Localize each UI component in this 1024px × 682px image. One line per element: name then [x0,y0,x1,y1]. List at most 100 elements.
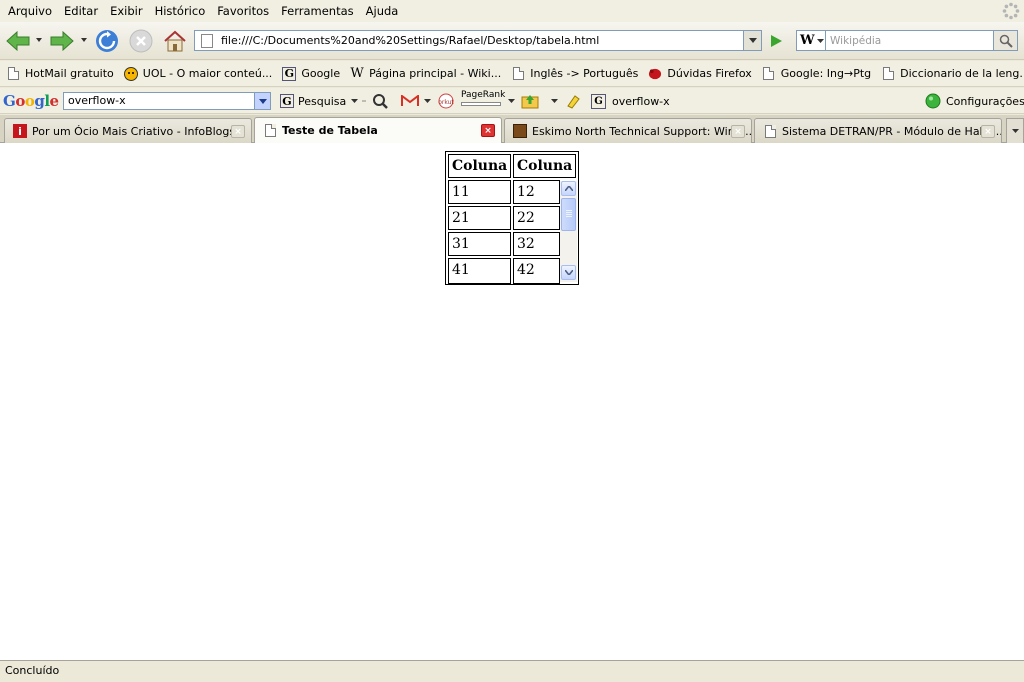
forward-arrow-icon [50,30,74,52]
highlighter-icon [567,95,580,109]
page-icon [263,124,277,138]
google-search-button[interactable]: G Pesquisa [280,92,359,110]
go-arrow-icon [771,34,782,47]
chevron-down-icon [564,270,573,275]
menu-exibir[interactable]: Exibir [104,0,149,22]
scrollable-table: Coluna 1 Coluna 2 11 12 21 22 31 32 41 4… [445,151,579,285]
menu-arquivo[interactable]: Arquivo [2,0,58,22]
chevron-down-icon [816,38,824,43]
bookmark-google[interactable]: G Google [282,66,340,81]
tab-teste-de-tabela[interactable]: Teste de Tabela × [254,117,502,143]
tab-infoblogs[interactable]: i Por um Ócio Mais Criativo - InfoBlogs … [4,118,252,143]
google-search-term-icon: G [591,93,606,109]
eskimo-icon [513,124,527,138]
google-search-dropdown[interactable] [254,93,270,109]
menu-editar[interactable]: Editar [58,0,104,22]
bookmark-uol[interactable]: UOL - O maior conteú... [123,66,272,81]
stop-button[interactable] [128,27,154,55]
gmail-button[interactable] [401,92,431,110]
all-tabs-button[interactable] [1006,118,1024,143]
close-tab-button[interactable]: × [731,125,745,138]
google-logo: Google [3,91,59,110]
green-status-icon [925,93,941,109]
home-button[interactable] [162,27,188,55]
scroll-down-button[interactable] [561,265,576,280]
search-term-button[interactable]: G overflow-x [591,92,670,110]
tab-eskimo-north[interactable]: Eskimo North Technical Support: Wind... … [504,118,752,143]
back-history-dropdown[interactable] [36,38,42,42]
table-vertical-scrollbar[interactable] [560,181,577,282]
url-history-dropdown[interactable] [744,30,762,51]
settings-button[interactable]: Configurações [925,92,1024,110]
table-cell: 11 [448,180,511,204]
firefox-icon [648,67,662,81]
highlight-button[interactable] [565,92,581,110]
bookmark-ingles-portugues[interactable]: Inglês -> Português [511,67,638,81]
table-header-coluna-2: Coluna 2 [513,154,576,178]
table-cell: 31 [448,232,511,256]
close-tab-button[interactable]: × [981,125,995,138]
table-cell: 22 [513,206,560,230]
table-cell: 12 [513,180,560,204]
menu-ajuda[interactable]: Ajuda [360,0,405,22]
search-engine-selector[interactable]: W [796,30,826,51]
pagerank-dropdown[interactable] [508,92,515,110]
bookmark-folder-button[interactable] [521,92,558,110]
wikipedia-w-icon: W [800,33,815,48]
forward-button[interactable] [48,27,76,55]
page-icon [511,67,525,81]
url-text: file:///C:/Documents%20and%20Settings/Ra… [221,34,600,47]
chevron-up-icon [564,186,573,191]
page-icon [762,67,776,81]
url-bar[interactable]: file:///C:/Documents%20and%20Settings/Ra… [194,30,744,51]
tab-strip: i Por um Ócio Mais Criativo - InfoBlogs … [0,115,1024,143]
page-content: Coluna 1 Coluna 2 11 12 21 22 31 32 41 4… [0,143,1024,660]
svg-text:orkut: orkut [438,99,454,106]
infoblogs-icon: i [13,124,27,138]
google-toolbar: Google overflow-x G Pesquisa orkut PageR… [0,88,1024,114]
orkut-button[interactable]: orkut [438,92,454,110]
search-button[interactable] [994,30,1018,51]
chevron-down-icon [551,99,558,103]
table-cell: 41 [448,258,511,284]
find-in-page-button[interactable] [361,92,389,110]
close-tab-button[interactable]: × [231,125,245,138]
reload-button[interactable] [94,27,120,55]
menu-favoritos[interactable]: Favoritos [211,0,275,22]
pagerank-bar [461,102,501,106]
back-button[interactable] [4,27,32,55]
wikipedia-w-icon: W [350,66,364,81]
bookmark-diccionario[interactable]: Diccionario de la leng... [881,67,1024,81]
binoculars-icon [362,94,388,109]
bookmark-hotmail[interactable]: HotMail gratuito [6,67,114,81]
chevron-down-icon [258,98,267,104]
close-tab-button[interactable]: × [481,124,495,137]
table-cell: 32 [513,232,560,256]
menu-historico[interactable]: Histórico [149,0,212,22]
bookmark-wikipedia[interactable]: W Página principal - Wiki... [350,66,501,81]
chevron-down-icon [424,99,431,103]
google-g-icon: G [280,94,294,108]
folder-up-icon [521,95,539,109]
go-button[interactable] [764,30,788,51]
page-icon [6,67,20,81]
uol-icon [123,66,138,81]
bookmark-google-ing-ptg[interactable]: Google: Ing→Ptg [762,67,871,81]
google-search-input[interactable]: overflow-x [63,92,271,110]
home-icon [164,30,186,52]
tab-detran[interactable]: Sistema DETRAN/PR - Módulo de Habili... … [754,118,1002,143]
back-arrow-icon [6,30,30,52]
bookmark-duvidas-firefox[interactable]: Dúvidas Firefox [648,67,752,81]
scroll-thumb[interactable] [561,198,576,231]
orkut-icon: orkut [438,93,454,109]
table-header-coluna-1: Coluna 1 [448,154,511,178]
status-bar: Concluído [0,660,1024,682]
menu-ferramentas[interactable]: Ferramentas [275,0,359,22]
google-g-icon: G [282,66,297,81]
search-input[interactable]: Wikipédia [826,30,994,51]
forward-history-dropdown[interactable] [81,38,87,42]
reload-icon [96,30,118,52]
page-icon [763,124,777,138]
scroll-up-button[interactable] [561,181,576,196]
page-icon [201,33,213,48]
